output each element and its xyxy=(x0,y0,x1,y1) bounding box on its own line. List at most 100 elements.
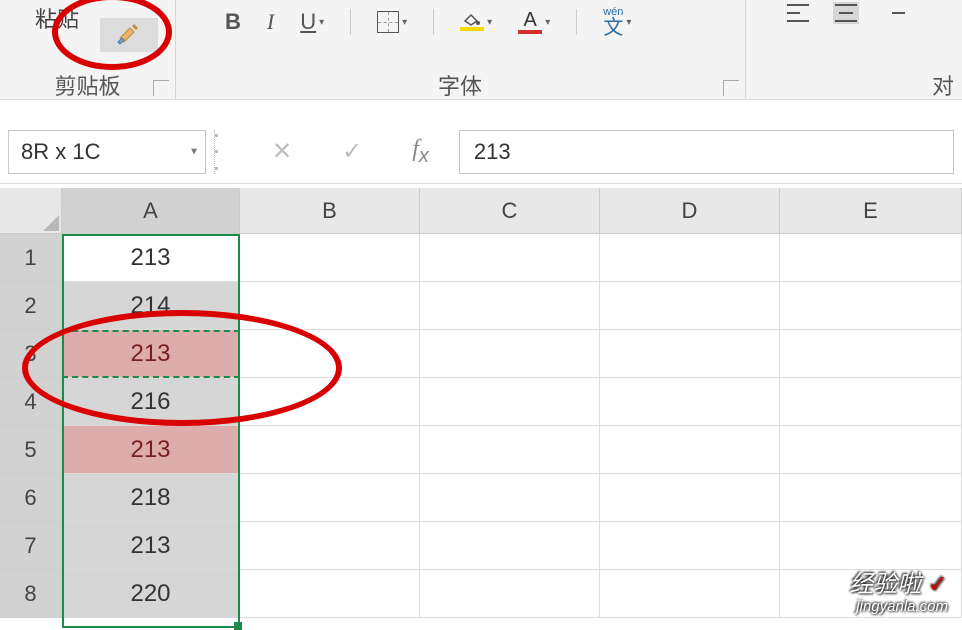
cell-a1[interactable]: 213 xyxy=(62,234,240,282)
cell-d1[interactable] xyxy=(600,234,780,282)
cell-c6[interactable] xyxy=(420,474,600,522)
cell-e8[interactable] xyxy=(780,570,962,618)
cell-d7[interactable] xyxy=(600,522,780,570)
fill-handle[interactable] xyxy=(234,622,242,630)
ribbon: 粘贴 剪贴板 B I U ▾ ▾ xyxy=(0,0,962,100)
col-header-a[interactable]: A xyxy=(62,188,240,234)
cell-a8[interactable]: 220 xyxy=(62,570,240,618)
cell-e2[interactable] xyxy=(780,282,962,330)
fx-icon[interactable]: fx xyxy=(412,136,429,168)
paste-button-label[interactable]: 粘贴 xyxy=(35,2,79,34)
formula-bar-grip xyxy=(214,130,234,174)
cell-a3[interactable]: 213 xyxy=(62,330,240,378)
clipboard-group-label: 剪贴板 xyxy=(0,70,175,100)
separator xyxy=(576,9,577,35)
align-left-button[interactable] xyxy=(785,2,811,24)
cell-c4[interactable] xyxy=(420,378,600,426)
row-headers: 1 2 3 4 5 6 7 8 xyxy=(0,234,62,618)
cell-c8[interactable] xyxy=(420,570,600,618)
cell-c3[interactable] xyxy=(420,330,600,378)
clipboard-launcher[interactable] xyxy=(153,80,169,96)
cell-c7[interactable] xyxy=(420,522,600,570)
cell-b6[interactable] xyxy=(240,474,420,522)
cell-a6[interactable]: 218 xyxy=(62,474,240,522)
row-header-5[interactable]: 5 xyxy=(0,426,62,474)
align-center-button[interactable] xyxy=(833,2,859,24)
formula-input-value: 213 xyxy=(474,139,511,165)
cell-d6[interactable] xyxy=(600,474,780,522)
cell-e3[interactable] xyxy=(780,330,962,378)
cell-b1[interactable] xyxy=(240,234,420,282)
cell-e7[interactable] xyxy=(780,522,962,570)
row-header-1[interactable]: 1 xyxy=(0,234,62,282)
col-header-e[interactable]: E xyxy=(780,188,962,234)
name-box[interactable]: 8R x 1C ▼ xyxy=(8,130,206,174)
cell-e5[interactable] xyxy=(780,426,962,474)
formula-bar: 8R x 1C ▼ ✕ ✓ fx 213 xyxy=(0,120,962,184)
cancel-icon[interactable]: ✕ xyxy=(272,137,292,166)
cell-b8[interactable] xyxy=(240,570,420,618)
cell-b3[interactable] xyxy=(240,330,420,378)
cells: 213 214 213 216 213 xyxy=(62,234,962,618)
cell-d5[interactable] xyxy=(600,426,780,474)
dropdown-icon: ▾ xyxy=(319,17,324,28)
cell-b2[interactable] xyxy=(240,282,420,330)
bucket-icon xyxy=(460,13,484,31)
cell-c2[interactable] xyxy=(420,282,600,330)
row-header-6[interactable]: 6 xyxy=(0,474,62,522)
border-button[interactable]: ▾ xyxy=(377,7,407,37)
cell-a7[interactable]: 213 xyxy=(62,522,240,570)
fill-color-button[interactable]: ▾ xyxy=(460,7,492,37)
border-icon xyxy=(377,11,399,33)
row-header-4[interactable]: 4 xyxy=(0,378,62,426)
name-box-value: 8R x 1C xyxy=(21,139,100,165)
row-header-2[interactable]: 2 xyxy=(0,282,62,330)
dropdown-icon: ▾ xyxy=(626,17,631,28)
cell-c1[interactable] xyxy=(420,234,600,282)
cell-b7[interactable] xyxy=(240,522,420,570)
cell-d8[interactable] xyxy=(600,570,780,618)
cell-b5[interactable] xyxy=(240,426,420,474)
formula-input[interactable]: 213 xyxy=(459,130,954,174)
separator xyxy=(433,9,434,35)
separator xyxy=(350,9,351,35)
col-header-b[interactable]: B xyxy=(240,188,420,234)
cell-a5[interactable]: 213 xyxy=(62,426,240,474)
alignment-group: 对 xyxy=(745,0,962,100)
font-launcher[interactable] xyxy=(723,80,739,96)
font-color-button[interactable]: A ▾ xyxy=(518,7,550,37)
bold-button[interactable]: B xyxy=(225,7,241,37)
dropdown-icon: ▾ xyxy=(545,17,550,28)
row-header-7[interactable]: 7 xyxy=(0,522,62,570)
cell-c5[interactable] xyxy=(420,426,600,474)
italic-button[interactable]: I xyxy=(267,7,274,37)
underline-letter: U xyxy=(300,9,316,35)
cell-e1[interactable] xyxy=(780,234,962,282)
clipboard-group: 粘贴 剪贴板 xyxy=(0,0,175,100)
dropdown-icon: ▾ xyxy=(402,17,407,28)
col-header-d[interactable]: D xyxy=(600,188,780,234)
wen-button[interactable]: wén 文 ▾ xyxy=(603,7,631,37)
dropdown-icon: ▼ xyxy=(189,146,199,157)
select-all-corner[interactable] xyxy=(0,188,62,234)
underline-button[interactable]: U ▾ xyxy=(300,7,324,37)
font-group-label: 字体 xyxy=(175,70,745,100)
cell-a2[interactable]: 214 xyxy=(62,282,240,330)
cell-e6[interactable] xyxy=(780,474,962,522)
format-painter-button[interactable] xyxy=(100,18,158,52)
cell-d2[interactable] xyxy=(600,282,780,330)
col-header-c[interactable]: C xyxy=(420,188,600,234)
font-group: B I U ▾ ▾ ▾ A xyxy=(175,0,745,100)
cell-e4[interactable] xyxy=(780,378,962,426)
align-right-button[interactable] xyxy=(881,2,907,24)
cell-d4[interactable] xyxy=(600,378,780,426)
row-header-8[interactable]: 8 xyxy=(0,570,62,618)
cell-d3[interactable] xyxy=(600,330,780,378)
alignment-group-label: 对 xyxy=(932,70,954,100)
column-headers: A B C D E xyxy=(62,188,962,234)
cell-a4[interactable]: 216 xyxy=(62,378,240,426)
brush-icon xyxy=(116,24,142,46)
enter-icon[interactable]: ✓ xyxy=(342,137,362,166)
row-header-3[interactable]: 3 xyxy=(0,330,62,378)
cell-b4[interactable] xyxy=(240,378,420,426)
